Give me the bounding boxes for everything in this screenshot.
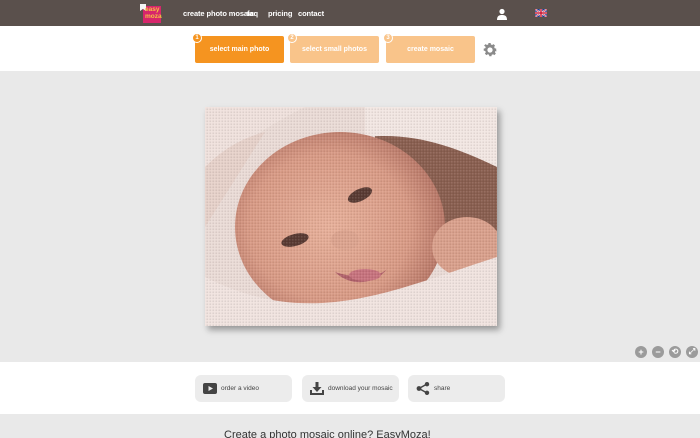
video-icon <box>203 383 217 394</box>
share-icon <box>416 382 430 395</box>
mosaic-image <box>205 107 497 326</box>
step-number: 2 <box>287 33 297 43</box>
uk-flag-icon[interactable] <box>535 9 547 17</box>
top-navigation-bar: easy moza create photo mosaic faq pricin… <box>0 0 700 26</box>
action-bar: order a video download your mosaic share <box>0 362 700 414</box>
order-video-button[interactable]: order a video <box>195 375 292 402</box>
step-number: 3 <box>383 33 393 43</box>
order-video-label: order a video <box>221 385 259 392</box>
mosaic-baby-photo[interactable] <box>205 107 497 326</box>
step-create-mosaic[interactable]: 3 create mosaic <box>383 33 475 63</box>
fit-icon[interactable]: ⤢ <box>686 346 698 358</box>
nav-pricing[interactable]: pricing <box>268 9 292 18</box>
step-label: create mosaic <box>407 46 454 53</box>
user-icon[interactable] <box>496 8 508 20</box>
rotate-icon[interactable]: ⟲ <box>669 346 681 358</box>
share-label: share <box>434 385 451 392</box>
easymoza-logo[interactable]: easy moza <box>140 4 162 23</box>
gear-icon[interactable] <box>481 41 499 59</box>
download-mosaic-button[interactable]: download your mosaic <box>302 375 399 402</box>
nav-contact[interactable]: contact <box>298 9 324 18</box>
step-label: select main photo <box>209 46 270 53</box>
footer-heading: Create a photo mosaic online? EasyMoza! <box>224 429 431 438</box>
share-button[interactable]: share <box>408 375 505 402</box>
nav-create-photo-mosaic[interactable]: create photo mosaic <box>183 9 254 18</box>
step-select-small-photos[interactable]: 2 select small photos <box>287 33 379 63</box>
step-number: 1 <box>192 33 202 43</box>
download-icon <box>310 382 324 395</box>
step-label: select small photos <box>302 46 367 53</box>
nav-faq[interactable]: faq <box>247 9 258 18</box>
zoom-in-icon[interactable]: + <box>635 346 647 358</box>
logo-text: easy moza <box>145 6 162 20</box>
zoom-out-icon[interactable]: − <box>652 346 664 358</box>
download-mosaic-label: download your mosaic <box>328 385 393 392</box>
steps-bar: 1 select main photo 2 select small photo… <box>0 26 700 71</box>
step-select-main-photo[interactable]: 1 select main photo <box>192 33 284 63</box>
